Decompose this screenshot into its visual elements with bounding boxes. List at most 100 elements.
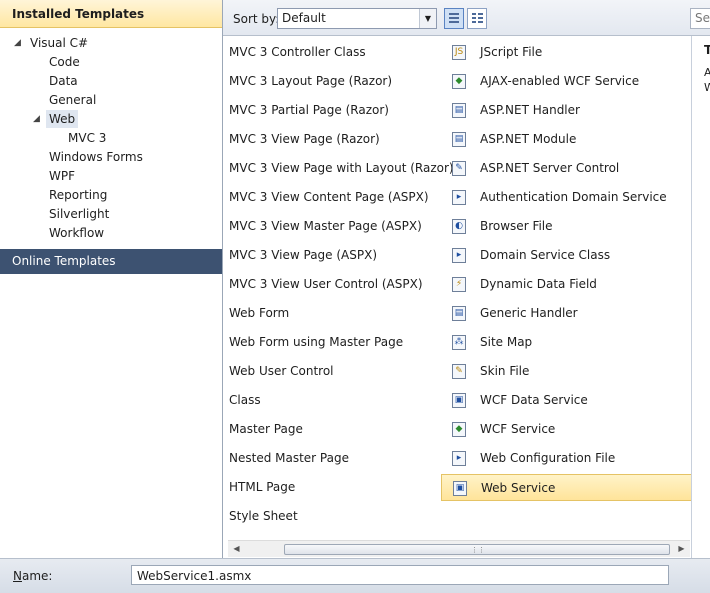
name-label: Name:: [13, 569, 53, 583]
tree-item-code[interactable]: Code: [46, 53, 83, 71]
expand-arrow-icon[interactable]: ◢: [14, 34, 21, 52]
template-item[interactable]: ◆ WCF Service: [441, 416, 692, 443]
tree-item-visual-c-[interactable]: Visual C#: [27, 34, 91, 52]
template-item[interactable]: ⚡ Dynamic Data Field: [441, 271, 692, 298]
skin-file-icon: ✎: [452, 364, 466, 379]
template-item[interactable]: Style Sheet: [229, 503, 439, 530]
template-item-label: Browser File: [480, 219, 553, 233]
module-icon: ▤: [452, 132, 466, 147]
template-item[interactable]: ▤ ASP.NET Handler: [441, 97, 692, 124]
template-item-label: Authentication Domain Service: [480, 190, 667, 204]
template-item[interactable]: ◆ AJAX-enabled WCF Service: [441, 68, 692, 95]
template-item-label: Dynamic Data Field: [480, 277, 597, 291]
template-item[interactable]: Master Page: [229, 416, 439, 443]
template-item[interactable]: ✎ Skin File: [441, 358, 692, 385]
template-item-label: WCF Service: [480, 422, 556, 436]
template-item-label: ASP.NET Handler: [480, 103, 580, 117]
name-input[interactable]: [131, 565, 669, 585]
template-item[interactable]: MVC 3 View Page (Razor): [229, 126, 439, 153]
template-item-label: JScript File: [480, 45, 543, 59]
tree-item-mvc-3[interactable]: MVC 3: [65, 129, 109, 147]
template-item[interactable]: ▤ ASP.NET Module: [441, 126, 692, 153]
template-item-label: Domain Service Class: [480, 248, 611, 262]
details-view-button[interactable]: [467, 8, 487, 29]
scrollbar-thumb[interactable]: ⋮⋮: [284, 544, 670, 555]
site-map-icon: ⁂: [452, 335, 466, 350]
template-item[interactable]: ▣ Web Service: [441, 474, 692, 501]
tree-item-windows-forms[interactable]: Windows Forms: [46, 148, 146, 166]
details-view-icon: [472, 13, 476, 15]
template-item[interactable]: MVC 3 Partial Page (Razor): [229, 97, 439, 124]
template-item[interactable]: Web User Control: [229, 358, 439, 385]
template-item-label: AJAX-enabled WCF Service: [480, 74, 640, 88]
template-item[interactable]: MVC 3 View Master Page (ASPX): [229, 213, 439, 240]
template-item[interactable]: Nested Master Page: [229, 445, 439, 472]
template-tree-panel: Installed Templates Visual C# ◢ Code Data Ge…: [0, 0, 223, 558]
tree-item-general[interactable]: General: [46, 91, 99, 109]
grip-icon: ⋮⋮: [471, 546, 485, 554]
chevron-down-icon[interactable]: ▼: [419, 9, 436, 28]
template-item[interactable]: ▸ Authentication Domain Service: [441, 184, 692, 211]
template-item[interactable]: Web Form: [229, 300, 439, 327]
online-templates-header[interactable]: Online Templates: [0, 249, 222, 274]
installed-templates-header[interactable]: Installed Templates: [0, 0, 222, 28]
template-item-label: ASP.NET Server Control: [480, 161, 620, 175]
template-item[interactable]: MVC 3 View Page with Layout (Razor): [229, 155, 454, 182]
template-item-label: Skin File: [480, 364, 530, 378]
template-item[interactable]: MVC 3 View Content Page (ASPX): [229, 184, 439, 211]
scroll-right-icon[interactable]: ▶: [673, 541, 690, 557]
tree-item-data[interactable]: Data: [46, 72, 81, 90]
template-item[interactable]: ▸ Domain Service Class: [441, 242, 692, 269]
domain-service-icon: ▸: [452, 190, 466, 205]
wcf-data-service-icon: ▣: [452, 393, 466, 408]
sort-toolbar: Sort by: Default ▼ Se: [223, 0, 710, 36]
template-item[interactable]: ✎ ASP.NET Server Control: [441, 155, 692, 182]
tree-item-web[interactable]: Web: [46, 110, 79, 128]
name-bar: Name:: [0, 558, 710, 593]
list-view-button[interactable]: [444, 8, 464, 29]
template-item-label: ASP.NET Module: [480, 132, 577, 146]
handler-icon: ▤: [452, 103, 466, 118]
scroll-left-icon[interactable]: ◀: [228, 541, 245, 557]
template-item[interactable]: ◐ Browser File: [441, 213, 692, 240]
template-item[interactable]: MVC 3 View User Control (ASPX): [229, 271, 439, 298]
generic-handler-icon: ▤: [452, 306, 466, 321]
sort-by-dropdown[interactable]: Default ▼: [277, 8, 437, 29]
template-item-label: WCF Data Service: [480, 393, 588, 407]
server-control-icon: ✎: [452, 161, 466, 176]
sort-by-value: Default: [282, 11, 326, 25]
sort-by-label: Sort by:: [233, 12, 280, 26]
template-item[interactable]: Class: [229, 387, 439, 414]
script-file-icon: JS: [452, 45, 466, 60]
template-item[interactable]: ⁂ Site Map: [441, 329, 692, 356]
horizontal-scrollbar[interactable]: ◀ ⋮⋮ ▶: [228, 540, 690, 557]
template-item[interactable]: ▣ WCF Data Service: [441, 387, 692, 414]
template-item[interactable]: ▤ Generic Handler: [441, 300, 692, 327]
wcf-service-icon: ◆: [452, 422, 466, 437]
template-description-panel: T A W: [691, 36, 710, 558]
template-item[interactable]: MVC 3 View Page (ASPX): [229, 242, 439, 269]
description-title: T: [704, 43, 710, 57]
config-file-icon: ▸: [452, 451, 466, 466]
tree-item-workflow[interactable]: Workflow: [46, 224, 107, 242]
template-item[interactable]: Web Form using Master Page: [229, 329, 439, 356]
browser-file-icon: ◐: [452, 219, 466, 234]
tree-item-silverlight[interactable]: Silverlight: [46, 205, 112, 223]
wcf-service-icon: ◆: [452, 74, 466, 89]
template-item-label: Web Configuration File: [480, 451, 616, 465]
template-item-label: Generic Handler: [480, 306, 578, 320]
list-view-icon: [449, 13, 459, 15]
description-line: A: [704, 66, 710, 79]
tree-item-wpf[interactable]: WPF: [46, 167, 78, 185]
template-item[interactable]: ▸ Web Configuration File: [441, 445, 692, 472]
template-item[interactable]: MVC 3 Controller Class: [229, 39, 439, 66]
search-installed-templates-input[interactable]: Se: [690, 8, 710, 29]
template-item[interactable]: HTML Page: [229, 474, 439, 501]
template-item[interactable]: MVC 3 Layout Page (Razor): [229, 68, 439, 95]
template-item-label: Site Map: [480, 335, 533, 349]
expand-arrow-icon[interactable]: ◢: [33, 110, 40, 128]
tree-item-reporting[interactable]: Reporting: [46, 186, 110, 204]
web-service-icon: ▣: [453, 481, 467, 496]
template-list: MVC 3 Controller Class MVC 3 Layout Page …: [223, 36, 692, 558]
template-item[interactable]: JS JScript File: [441, 39, 692, 66]
